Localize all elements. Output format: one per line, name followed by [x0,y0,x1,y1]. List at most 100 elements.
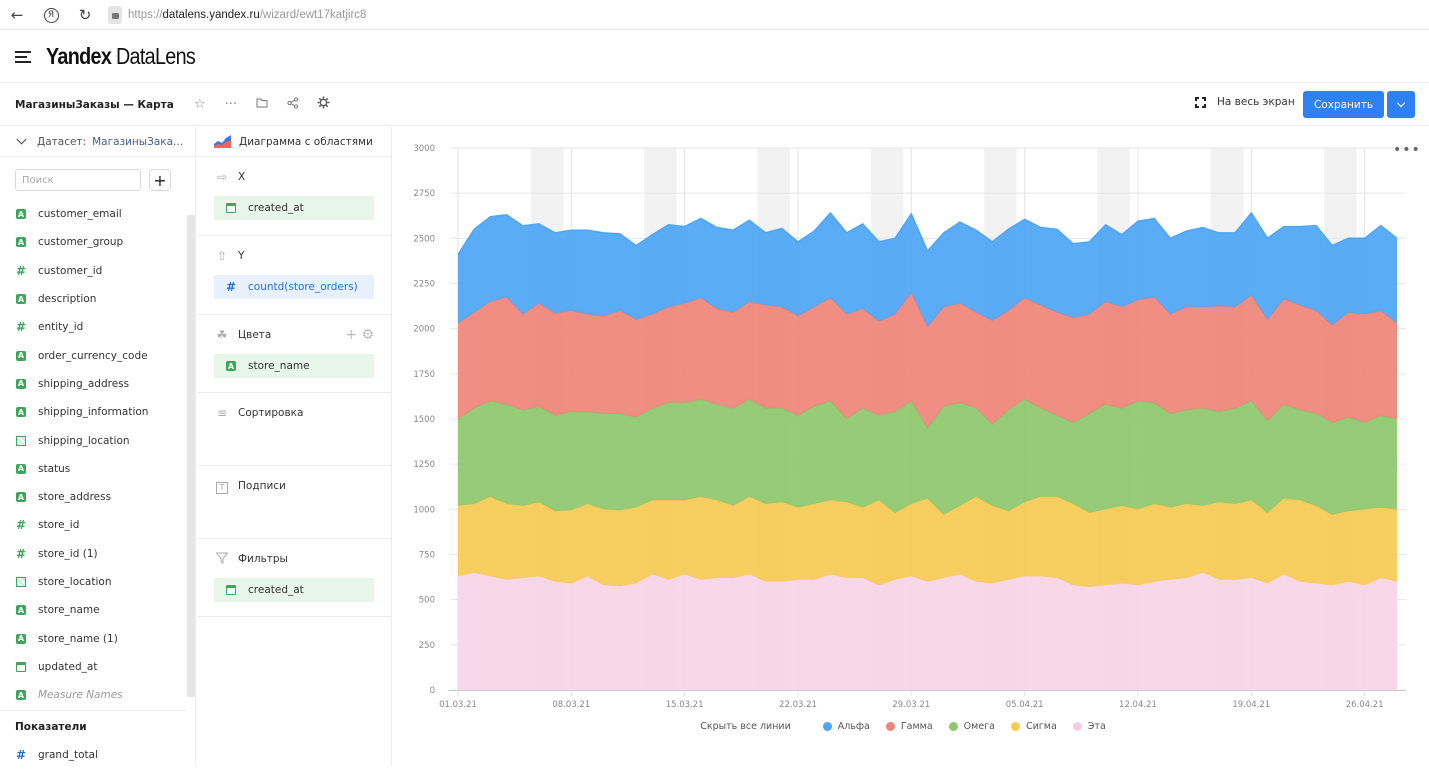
field-search-input[interactable] [15,169,141,191]
x-field-pill[interactable]: created_at [214,196,374,220]
field-name: shipping_information [38,406,149,419]
number-icon: # [15,263,27,278]
filter-field-pill[interactable]: created_at [214,578,374,602]
add-color-icon[interactable]: + [345,327,357,343]
save-options-button[interactable] [1387,91,1415,118]
sort-icon: ≡ [216,406,228,420]
fullscreen-icon [1195,96,1206,108]
dataset-selector[interactable]: Датасет: МагазиныЗака... [0,127,195,157]
string-icon: A [16,463,26,474]
string-icon: A [16,209,26,220]
string-icon: A [16,492,26,503]
fullscreen-label: На весь экран [1217,96,1295,108]
field-item[interactable]: # store_id (1) [0,540,186,568]
field-name: store_address [38,491,112,504]
field-name: description [38,293,97,306]
arrow-right-icon: ⇨ [216,170,228,184]
legend-item[interactable]: Эта [1072,721,1106,732]
field-item[interactable]: Ashipping_information [0,398,186,426]
share-icon[interactable] [285,96,301,113]
field-item[interactable]: # store_id [0,511,186,539]
legend-item[interactable]: Альфа [822,721,870,732]
chart-container: 0 250 500 750 1000 1250 1500 1750 2000 2250 2500 27… [393,127,1429,766]
y-field-pill[interactable]: # countd(store_orders) [214,275,374,299]
yandex-browser-icon[interactable]: Я [34,7,68,23]
section-colors: ☘ Цвета + ⚙ Astore_name [197,315,391,393]
settings-gear-icon[interactable] [316,96,332,113]
area-chart: 0 250 500 750 1000 1250 1500 1750 2000 2250 2500 27… [413,144,1406,710]
legend-dot-icon [948,722,958,731]
y-tick-label: 2250 [413,280,435,290]
wizard-sections-panel: Диаграмма с областями ⇨ X created_at ⇧ Y #… [197,127,392,766]
section-sort: ≡ Сортировка [197,393,391,466]
y-tick-label: 1500 [413,415,435,425]
field-item[interactable]: shipping_location [0,426,186,454]
menu-icon[interactable] [15,48,31,66]
y-tick-label: 2750 [413,189,435,199]
field-item[interactable]: Astore_name (1) [0,624,186,652]
field-name: customer_id [38,264,103,277]
legend-item[interactable]: Гамма [885,721,933,732]
legend-dot-icon [885,722,895,731]
field-item[interactable]: Astatus [0,455,186,483]
star-icon[interactable]: ☆ [192,97,208,112]
field-item[interactable]: Astore_name [0,596,186,624]
x-tick-label: 08.03.21 [552,700,590,710]
legend-item[interactable]: Омега [948,721,995,732]
legend-dot-icon [822,722,832,731]
dataset-name[interactable]: МагазиныЗака... [92,136,183,148]
color-settings-gear-icon[interactable]: ⚙ [361,327,374,343]
field-name: entity_id [38,321,84,334]
field-name: store_id [38,519,80,532]
x-field-name: created_at [248,202,304,214]
field-list-scrollbar[interactable] [187,215,195,697]
hide-all-lines-button[interactable]: Скрыть все линии [700,721,791,732]
field-item[interactable]: # entity_id [0,313,186,341]
number-icon: # [15,546,27,561]
field-item[interactable]: Aorder_currency_code [0,341,186,369]
url-scheme: https:// [128,8,163,21]
dataset-panel: Датасет: МагазиныЗака... + Acustomer_ema… [0,127,196,766]
field-item[interactable]: # customer_id [0,257,186,285]
fullscreen-button[interactable]: На весь экран [1195,96,1295,108]
field-item[interactable]: Ashipping_address [0,370,186,398]
section-filters: Фильтры created_at [197,539,391,617]
field-item[interactable]: store_location [0,568,186,596]
legend-item[interactable]: Сигма [1010,721,1057,732]
field-item[interactable]: Acustomer_email [0,200,186,228]
more-icon[interactable]: ··· [223,97,239,112]
visualization-selector[interactable]: Диаграмма с областями [197,127,391,157]
section-y-title: Y [238,250,245,262]
logo[interactable]: Yandex DataLens [46,43,196,70]
field-item[interactable]: A Measure Names [0,681,186,709]
colors-field-name: store_name [248,360,310,372]
save-button[interactable]: Сохранить [1303,91,1384,118]
reload-icon[interactable]: ↻ [68,6,102,24]
colors-field-pill[interactable]: Astore_name [214,354,374,378]
chart-menu-icon[interactable]: ••• [1393,142,1421,158]
number-icon: # [15,748,27,763]
legend-label: Эта [1087,721,1106,732]
geo-icon [16,577,26,587]
field-name: shipping_address [38,377,130,390]
field-name: customer_group [38,236,124,249]
section-labels: T Подписи [197,466,391,539]
field-item[interactable]: Astore_address [0,483,186,511]
url-path: /wizard/ewt17katjirc8 [259,8,367,21]
legend-label: Сигма [1025,721,1057,732]
field-item[interactable]: # grand_total [0,741,186,769]
area-chart-icon [214,135,231,148]
field-name: store_id (1) [38,547,98,560]
string-icon: A [16,407,26,418]
field-item[interactable]: Adescription [0,285,186,313]
y-tick-label: 250 [419,641,435,651]
add-field-button[interactable]: + [149,169,171,191]
y-tick-label: 2000 [413,325,435,335]
back-arrow-icon[interactable]: ← [0,6,34,24]
chevron-down-icon [16,134,27,145]
address-bar[interactable]: https://datalens.yandex.ru/wizard/ewt17k… [108,5,367,24]
field-item[interactable]: Acustomer_group [0,228,186,256]
field-item[interactable]: updated_at [0,653,186,681]
folder-icon[interactable] [254,97,270,112]
field-name: order_currency_code [38,349,148,362]
